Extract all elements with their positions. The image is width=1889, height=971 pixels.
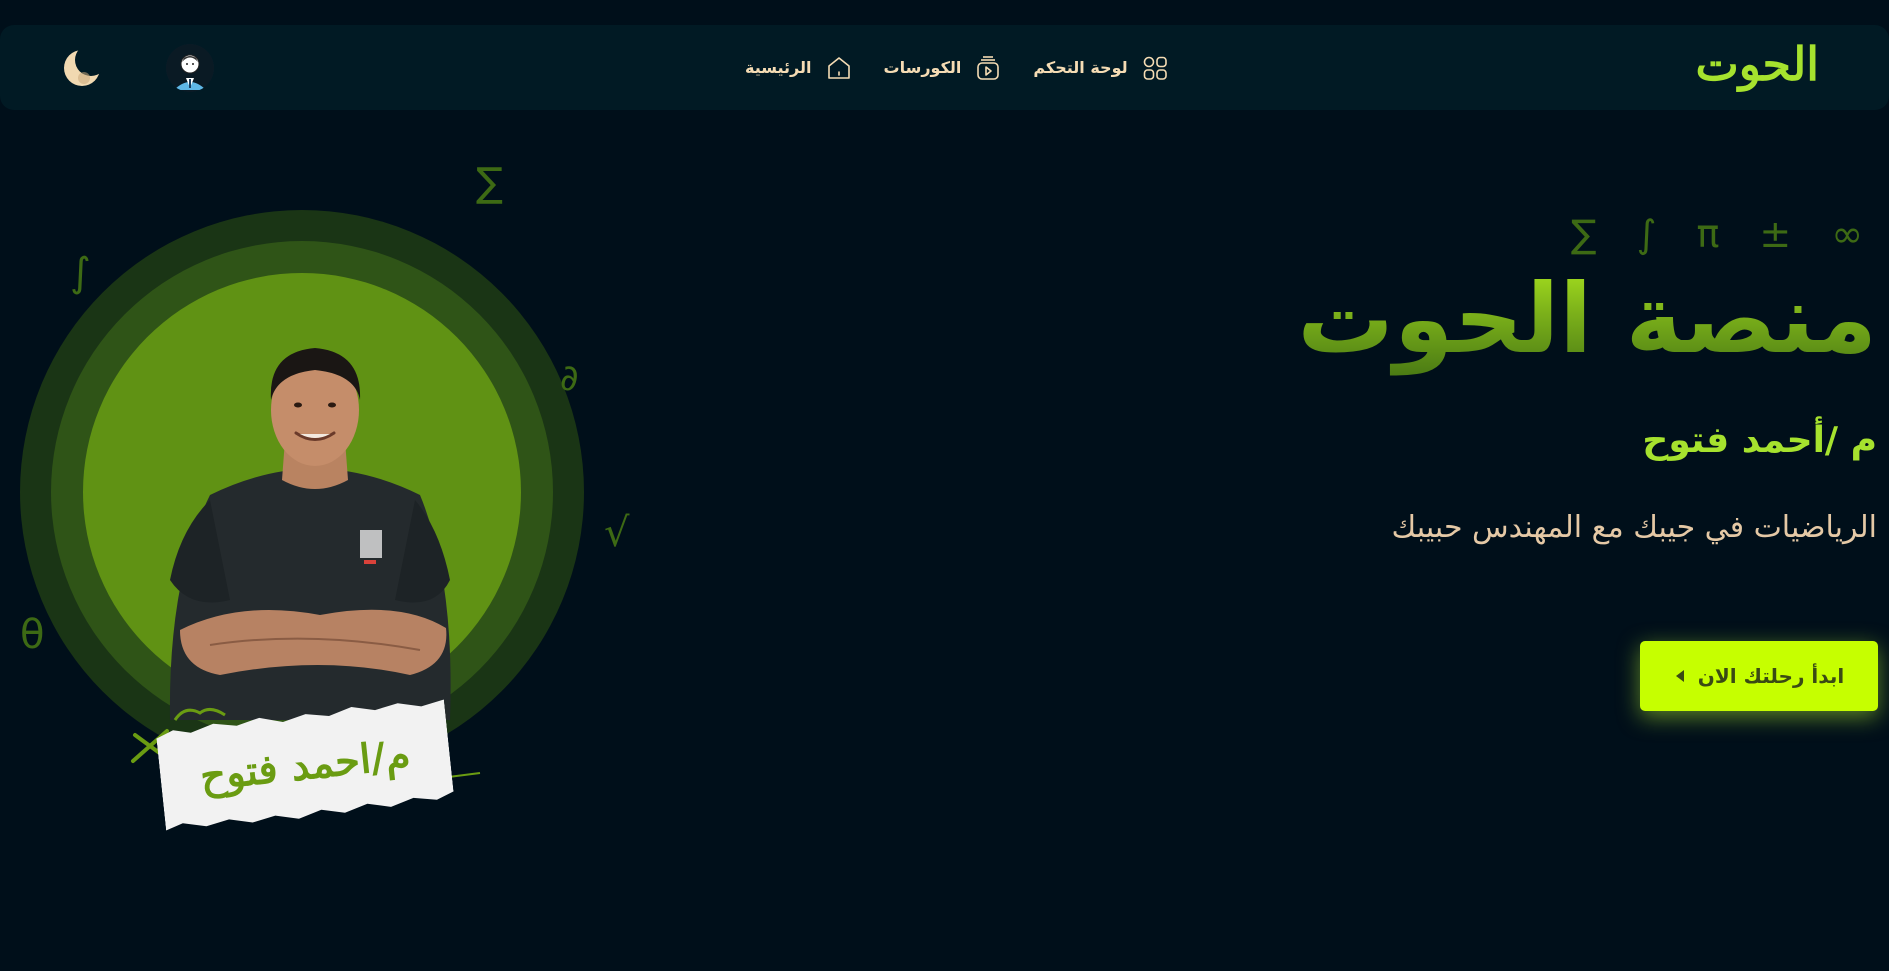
math-symbols-row: ∑ ∫ π ± ∞ xyxy=(1570,212,1877,256)
nav-item-label: الرئيسية xyxy=(745,58,812,77)
hero-title: منصة الحوت xyxy=(1297,262,1877,377)
teacher-name-card-text: م/احمد فتوح xyxy=(197,730,413,800)
teacher-photo xyxy=(169,348,451,720)
dashboard-grid-icon xyxy=(1143,56,1167,80)
nav-item-courses[interactable]: الكورسات xyxy=(884,53,1004,83)
video-stack-icon xyxy=(977,55,1000,80)
start-journey-label: ابدأ رحلتك الان xyxy=(1697,664,1845,688)
floating-sigma-symbol: ∑ xyxy=(476,160,503,206)
brand-logo[interactable]: الحوت xyxy=(1695,37,1819,91)
nav-links: الرئيسية الكورسات لوحة التحكم xyxy=(745,25,1170,110)
hero-subtitle: م /أحمد فتوح xyxy=(1642,420,1877,461)
home-icon xyxy=(827,56,850,79)
nav-item-label: لوحة التحكم xyxy=(1033,58,1128,77)
hero-tagline: الرياضيات في جيبك مع المهندس حبيبك xyxy=(1391,510,1877,545)
nav-item-label: الكورسات xyxy=(883,58,962,77)
theme-toggle[interactable] xyxy=(62,44,107,88)
floating-theta-symbol: θ xyxy=(20,612,45,658)
play-arrow-icon xyxy=(1675,670,1684,682)
user-avatar[interactable] xyxy=(166,44,214,92)
navbar: الحوت الرئيسية الكورسات لوحة التحكم xyxy=(0,25,1889,110)
user-avatar-icon xyxy=(166,44,214,92)
start-journey-button[interactable]: ابدأ رحلتك الان xyxy=(1640,641,1878,711)
floating-root-symbol: √ xyxy=(604,510,630,556)
nav-item-home[interactable]: الرئيسية xyxy=(745,53,854,83)
floating-integral-symbol: ∫ xyxy=(70,250,91,296)
floating-partial-symbol: ∂ xyxy=(560,358,579,399)
moon-icon xyxy=(64,44,107,86)
nav-item-dashboard[interactable]: لوحة التحكم xyxy=(1033,53,1169,83)
